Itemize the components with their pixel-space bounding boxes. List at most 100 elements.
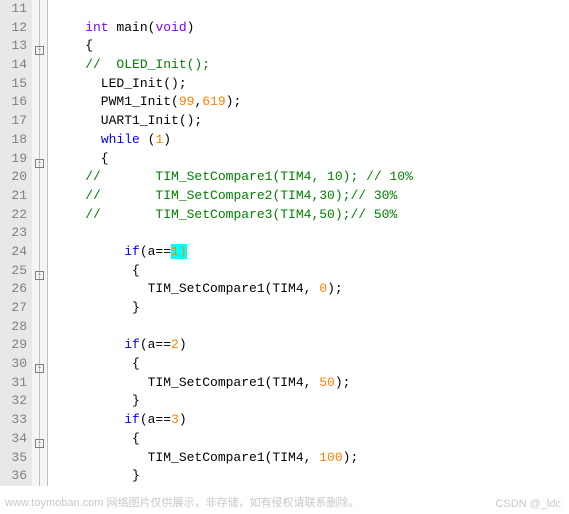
code-line[interactable]: 32 }	[0, 392, 569, 411]
code-text[interactable]: PWM1_Init(99,619);	[48, 93, 569, 112]
fold-gutter	[32, 187, 48, 206]
fold-gutter[interactable]: -	[32, 430, 48, 449]
line-number: 19	[0, 150, 32, 169]
code-text[interactable]: }	[48, 392, 569, 411]
code-line[interactable]: 11	[0, 0, 569, 19]
code-editor[interactable]: 1112 int main(void)13- {14 // OLED_Init(…	[0, 0, 569, 514]
fold-gutter	[32, 411, 48, 430]
code-line[interactable]: 28	[0, 318, 569, 337]
code-line[interactable]: 20 // TIM_SetCompare1(TIM4, 10); // 10%	[0, 168, 569, 187]
code-text[interactable]: {	[48, 430, 569, 449]
code-text[interactable]: // TIM_SetCompare2(TIM4,30);// 30%	[48, 187, 569, 206]
fold-minus-icon[interactable]: -	[35, 439, 44, 448]
fold-gutter[interactable]: -	[32, 355, 48, 374]
code-line[interactable]: 19- {	[0, 150, 569, 169]
code-line[interactable]: 18 while (1)	[0, 131, 569, 150]
fold-gutter[interactable]: -	[32, 37, 48, 56]
fold-minus-icon[interactable]: -	[35, 271, 44, 280]
code-line[interactable]: 16 PWM1_Init(99,619);	[0, 93, 569, 112]
line-number: 22	[0, 206, 32, 225]
fold-gutter	[32, 318, 48, 337]
fold-gutter	[32, 168, 48, 187]
code-text[interactable]: TIM_SetCompare1(TIM4, 0);	[48, 280, 569, 299]
fold-gutter	[32, 224, 48, 243]
line-number: 21	[0, 187, 32, 206]
code-text[interactable]: {	[48, 262, 569, 281]
code-text[interactable]: if(a==2)	[48, 336, 569, 355]
fold-minus-icon[interactable]: -	[35, 159, 44, 168]
code-line[interactable]: 21 // TIM_SetCompare2(TIM4,30);// 30%	[0, 187, 569, 206]
fold-minus-icon[interactable]: -	[35, 364, 44, 373]
code-line[interactable]: 33 if(a==3)	[0, 411, 569, 430]
code-text[interactable]: {	[48, 150, 569, 169]
code-line[interactable]: 15 LED_Init();	[0, 75, 569, 94]
line-number: 36	[0, 467, 32, 486]
code-text[interactable]: TIM_SetCompare1(TIM4, 50);	[48, 374, 569, 393]
fold-gutter	[32, 243, 48, 262]
code-line[interactable]: 30- {	[0, 355, 569, 374]
code-line[interactable]: 35 TIM_SetCompare1(TIM4, 100);	[0, 449, 569, 468]
code-line[interactable]: 27 }	[0, 299, 569, 318]
fold-gutter	[32, 280, 48, 299]
line-number: 35	[0, 449, 32, 468]
code-text[interactable]: if(a==3)	[48, 411, 569, 430]
line-number: 30	[0, 355, 32, 374]
fold-gutter[interactable]: -	[32, 262, 48, 281]
code-text[interactable]	[48, 0, 569, 19]
fold-gutter	[32, 93, 48, 112]
code-text[interactable]: }	[48, 467, 569, 486]
line-number: 33	[0, 411, 32, 430]
code-text[interactable]: {	[48, 37, 569, 56]
code-text[interactable]: int main(void)	[48, 19, 569, 38]
code-line[interactable]: 22 // TIM_SetCompare3(TIM4,50);// 50%	[0, 206, 569, 225]
line-number: 14	[0, 56, 32, 75]
code-text[interactable]: // TIM_SetCompare1(TIM4, 10); // 10%	[48, 168, 569, 187]
line-number: 23	[0, 224, 32, 243]
code-line[interactable]: 25- {	[0, 262, 569, 281]
code-line[interactable]: 13- {	[0, 37, 569, 56]
line-number: 18	[0, 131, 32, 150]
code-line[interactable]: 31 TIM_SetCompare1(TIM4, 50);	[0, 374, 569, 393]
line-number: 29	[0, 336, 32, 355]
fold-gutter	[32, 131, 48, 150]
line-number: 11	[0, 0, 32, 19]
code-line[interactable]: 14 // OLED_Init();	[0, 56, 569, 75]
code-text[interactable]: {	[48, 355, 569, 374]
fold-gutter	[32, 336, 48, 355]
code-text[interactable]: UART1_Init();	[48, 112, 569, 131]
fold-gutter	[32, 467, 48, 486]
line-number: 16	[0, 93, 32, 112]
code-line[interactable]: 17 UART1_Init();	[0, 112, 569, 131]
code-line[interactable]: 34- {	[0, 430, 569, 449]
code-line[interactable]: 36 }	[0, 467, 569, 486]
code-line[interactable]: 12 int main(void)	[0, 19, 569, 38]
line-number: 17	[0, 112, 32, 131]
line-number: 28	[0, 318, 32, 337]
fold-minus-icon[interactable]: -	[35, 46, 44, 55]
line-number: 12	[0, 19, 32, 38]
code-text[interactable]: TIM_SetCompare1(TIM4, 100);	[48, 449, 569, 468]
code-text[interactable]: // TIM_SetCompare3(TIM4,50);// 50%	[48, 206, 569, 225]
fold-gutter	[32, 206, 48, 225]
line-number: 24	[0, 243, 32, 262]
code-text[interactable]: while (1)	[48, 131, 569, 150]
line-number: 15	[0, 75, 32, 94]
fold-gutter	[32, 112, 48, 131]
code-line[interactable]: 23	[0, 224, 569, 243]
code-text[interactable]	[48, 224, 569, 243]
code-line[interactable]: 26 TIM_SetCompare1(TIM4, 0);	[0, 280, 569, 299]
code-text[interactable]: }	[48, 299, 569, 318]
code-text[interactable]: if(a==1)	[48, 243, 569, 262]
fold-gutter	[32, 75, 48, 94]
code-text[interactable]: LED_Init();	[48, 75, 569, 94]
code-text[interactable]	[48, 318, 569, 337]
code-line[interactable]: 29 if(a==2)	[0, 336, 569, 355]
code-line[interactable]: 24 if(a==1)	[0, 243, 569, 262]
line-number: 31	[0, 374, 32, 393]
code-lines: 1112 int main(void)13- {14 // OLED_Init(…	[0, 0, 569, 514]
fold-gutter[interactable]: -	[32, 150, 48, 169]
code-text[interactable]: // OLED_Init();	[48, 56, 569, 75]
line-number: 27	[0, 299, 32, 318]
fold-gutter	[32, 374, 48, 393]
fold-gutter	[32, 449, 48, 468]
